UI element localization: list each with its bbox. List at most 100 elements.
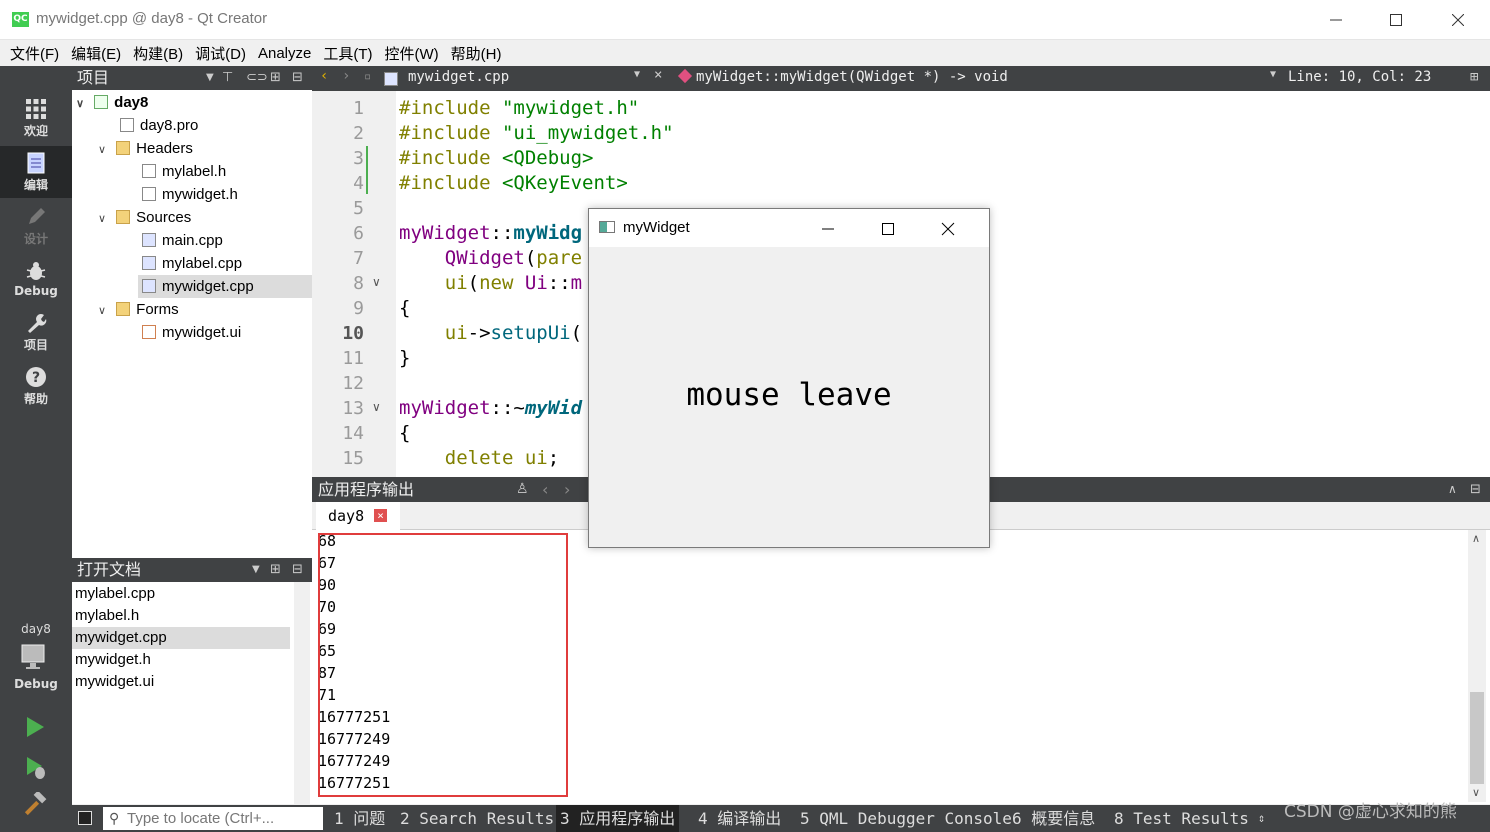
tree-item-mylabel-cpp[interactable]: mylabel.cpp [142, 252, 242, 275]
output-tab-day8[interactable]: day8 × [316, 502, 400, 530]
menu-tools[interactable]: 工具(T) [323, 43, 372, 64]
prev-icon[interactable]: ‹ [542, 477, 548, 502]
open-doc-item[interactable]: mywidget.ui [72, 671, 290, 693]
status-tab-search[interactable]: 2 Search Results [400, 805, 554, 832]
status-tab-issues[interactable]: 1 问题 [334, 805, 385, 832]
back-icon[interactable]: ‹ [320, 68, 328, 84]
close-pane-icon[interactable]: ⊟ [1470, 477, 1481, 502]
menu-debug[interactable]: 调试(D) [195, 43, 246, 64]
tree-item-forms[interactable]: ∨ Forms [98, 298, 179, 321]
panel-dropdown-icon[interactable]: ▼ [252, 558, 260, 582]
tree-item-mywidget-cpp[interactable]: mywidget.cpp [138, 275, 312, 298]
qt-creator-logo-icon: QC [12, 12, 29, 27]
scroll-up-icon[interactable]: ∧ [1472, 532, 1480, 545]
mywidget-close-button[interactable] [941, 221, 955, 240]
open-docs-list: mylabel.cpp mylabel.h mywidget.cpp mywid… [72, 582, 312, 804]
mode-debug[interactable]: Debug [0, 254, 72, 306]
mywidget-titlebar[interactable]: myWidget [589, 209, 989, 247]
minimize-button[interactable] [1306, 0, 1366, 40]
chevron-down-icon[interactable]: ∨ [98, 139, 112, 162]
hammer-icon [24, 790, 47, 816]
close-panel-icon[interactable]: ⊟ [292, 558, 303, 582]
chevron-down-icon[interactable]: ∨ [98, 208, 112, 231]
panel-dropdown-icon[interactable]: ▼ [206, 66, 214, 90]
tree-item-day8[interactable]: ∨ day8 [76, 91, 148, 114]
cpp-file-icon [142, 256, 156, 270]
close-document-icon[interactable]: × [654, 67, 662, 83]
wrench-icon [28, 314, 47, 333]
split-icon[interactable]: ⊞ [270, 558, 281, 582]
editor-file-name[interactable]: mywidget.cpp [408, 69, 509, 85]
tree-item-main-cpp[interactable]: main.cpp [142, 229, 223, 252]
symbol-dropdown-icon[interactable]: ▼ [1270, 69, 1276, 80]
cursor-position[interactable]: Line: 10, Col: 23 [1288, 69, 1431, 85]
docs-scrollbar[interactable] [294, 582, 310, 804]
mode-help[interactable]: ? 帮助 [0, 360, 72, 412]
fold-marker-icon[interactable]: ∨ [372, 400, 381, 414]
menu-analyze[interactable]: Analyze [258, 45, 311, 62]
tree-item-mywidget-ui[interactable]: mywidget.ui [142, 321, 241, 344]
tree-item-pro[interactable]: day8.pro [120, 114, 198, 137]
tree-item-mywidget-h[interactable]: mywidget.h [142, 183, 238, 206]
status-tab-tests[interactable]: 8 Test Results [1114, 805, 1249, 832]
mywidget-minimize-button[interactable] [821, 221, 835, 240]
mode-projects[interactable]: 项目 [0, 306, 72, 358]
open-doc-item[interactable]: mylabel.cpp [72, 583, 290, 605]
mode-design-label: 设计 [23, 232, 48, 246]
mode-edit[interactable]: 编辑 [0, 146, 72, 198]
kit-project-label: day8 [21, 622, 51, 636]
code-line: #include <QDebug> [399, 147, 594, 169]
chevron-down-icon[interactable]: ∨ [98, 300, 112, 323]
menu-help[interactable]: 帮助(H) [451, 43, 502, 64]
maximize-button[interactable] [1366, 0, 1426, 40]
scroll-thumb[interactable] [1470, 692, 1484, 784]
mode-design[interactable]: 设计 [0, 200, 72, 252]
status-tab-qml-console[interactable]: 5 QML Debugger Console [800, 805, 1012, 832]
chevron-down-icon[interactable]: ∨ [76, 93, 90, 116]
toggle-sidebar-icon[interactable] [78, 811, 92, 825]
mode-welcome[interactable]: 欢迎 [0, 92, 72, 144]
output-scrollbar[interactable]: ∧ ∨ [1468, 530, 1486, 802]
menu-build[interactable]: 构建(B) [133, 43, 183, 64]
attach-icon[interactable]: ♙ [516, 477, 529, 502]
close-panel-icon[interactable]: ⊟ [292, 66, 303, 90]
open-doc-item[interactable]: mywidget.cpp [72, 627, 290, 649]
debug-run-button[interactable] [24, 756, 48, 784]
menu-file[interactable]: 文件(F) [10, 43, 59, 64]
status-tab-general[interactable]: 6 概要信息 [1012, 805, 1095, 832]
tree-item-mylabel-h[interactable]: mylabel.h [142, 160, 226, 183]
folder-icon [116, 141, 131, 155]
close-tab-icon[interactable]: × [374, 509, 387, 522]
window-app-icon [599, 221, 615, 233]
split-icon[interactable]: ⊞ [270, 66, 281, 90]
locator-input[interactable]: ⚲ Type to locate (Ctrl+... [103, 807, 323, 830]
scroll-down-icon[interactable]: ∨ [1472, 786, 1480, 799]
menu-controls[interactable]: 控件(W) [385, 43, 439, 64]
tree-item-sources[interactable]: ∨ Sources [98, 206, 191, 229]
build-button[interactable] [22, 790, 48, 820]
tree-item-headers[interactable]: ∨ Headers [98, 137, 193, 160]
open-doc-item[interactable]: mylabel.h [72, 605, 290, 627]
status-tab-compile[interactable]: 4 编译输出 [698, 805, 781, 832]
mywidget-window[interactable]: myWidget mouse leave [588, 208, 990, 548]
symbol-selector[interactable]: myWidget::myWidget(QWidget *) -> void [696, 69, 1008, 85]
maximize-pane-icon[interactable]: ∧ [1448, 477, 1457, 502]
mode-edit-label: 编辑 [23, 178, 48, 192]
fold-marker-icon[interactable]: ∨ [372, 275, 381, 289]
link-icon[interactable]: ⊂⊃ [246, 66, 268, 90]
close-button[interactable] [1428, 0, 1488, 40]
more-tabs-icon[interactable]: ⇕ [1258, 805, 1265, 832]
menu-bar: 文件(F) 编辑(E) 构建(B) 调试(D) Analyze 工具(T) 控件… [0, 40, 1490, 66]
menu-edit[interactable]: 编辑(E) [71, 43, 121, 64]
filter-icon[interactable]: ⊤ [222, 66, 233, 90]
split-icon[interactable]: ⊞ [1470, 69, 1478, 85]
forward-icon[interactable]: › [342, 68, 350, 84]
file-dropdown-icon[interactable]: ▼ [634, 69, 640, 80]
kit-selector[interactable] [20, 644, 60, 676]
mywidget-maximize-button[interactable] [881, 221, 895, 240]
run-button[interactable] [24, 716, 46, 742]
status-tab-app-output[interactable]: 3 应用程序输出 [556, 805, 680, 832]
header-file-icon [142, 187, 156, 201]
next-icon[interactable]: › [564, 477, 570, 502]
open-doc-item[interactable]: mywidget.h [72, 649, 290, 671]
